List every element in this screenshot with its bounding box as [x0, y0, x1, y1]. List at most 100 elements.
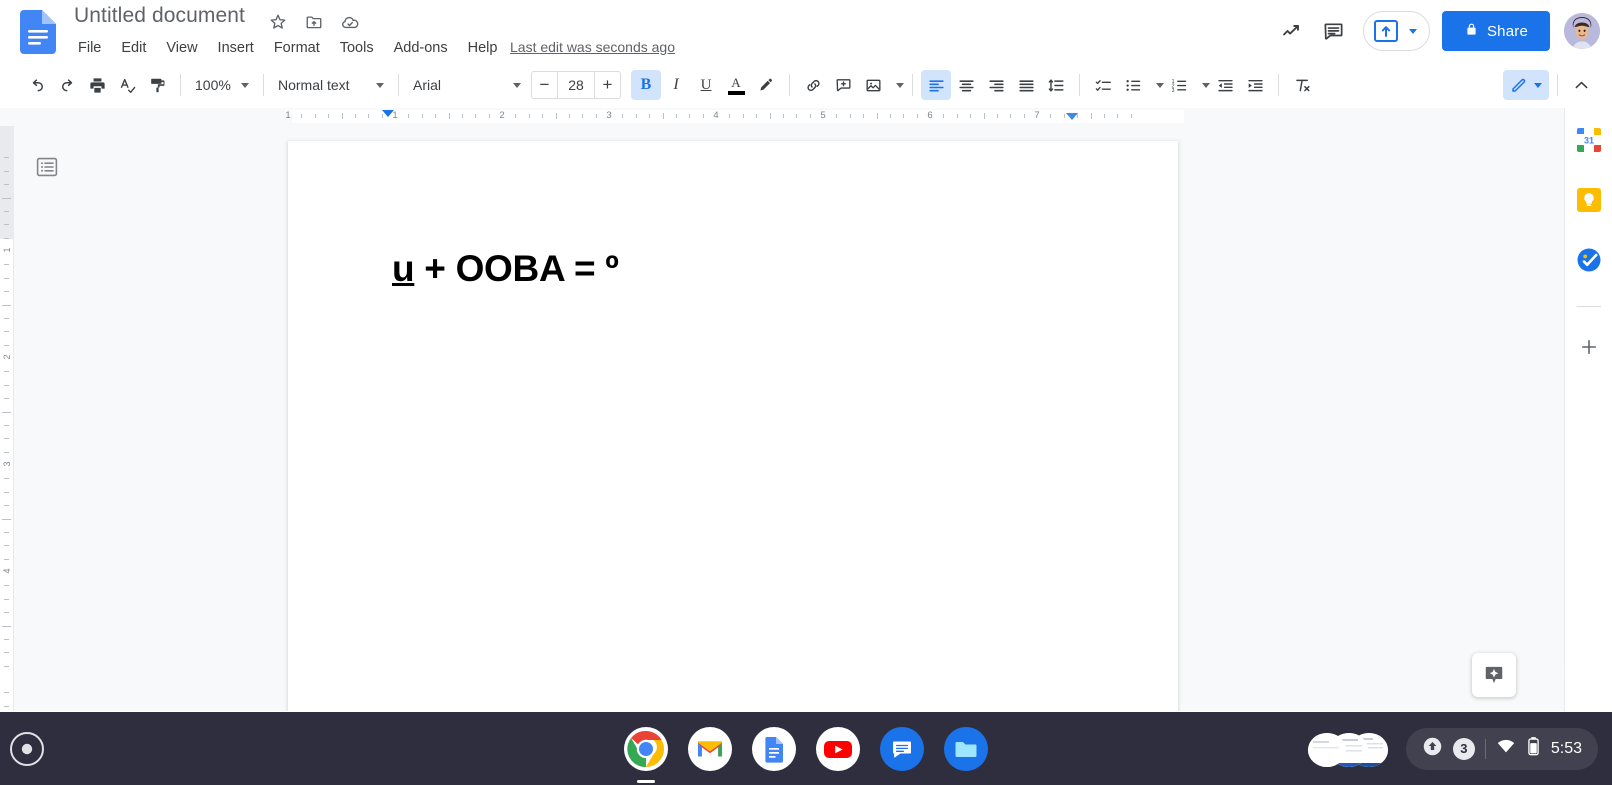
shelf-app-youtube[interactable]: [816, 726, 860, 771]
chevron-down-icon[interactable]: [1196, 70, 1210, 100]
shelf-app-chat[interactable]: [880, 726, 924, 771]
menu-edit[interactable]: Edit: [111, 38, 156, 58]
ruler-tick: [996, 114, 998, 118]
last-edit-status[interactable]: Last edit was seconds ago: [510, 39, 675, 55]
numbered-list-icon[interactable]: 1 2 3: [1164, 70, 1194, 100]
zoom-select[interactable]: 100%: [189, 70, 255, 100]
align-justify-button[interactable]: [1011, 70, 1041, 100]
shelf-app-docs[interactable]: [752, 726, 796, 771]
launcher-button[interactable]: [10, 731, 44, 766]
activity-dashboard-icon[interactable]: [1271, 10, 1313, 52]
window-preview[interactable]: [1307, 732, 1346, 767]
star-icon[interactable]: [265, 9, 291, 35]
chevron-down-icon[interactable]: [1150, 70, 1164, 100]
present-button[interactable]: [1362, 11, 1430, 51]
vertical-ruler-tick: [4, 558, 9, 560]
shelf-app-chrome[interactable]: [624, 726, 668, 783]
bold-button[interactable]: B: [631, 70, 661, 100]
decrease-indent-icon[interactable]: [1210, 70, 1240, 100]
chevron-down-icon[interactable]: [890, 70, 904, 100]
align-right-button[interactable]: [981, 70, 1011, 100]
explore-button[interactable]: [1472, 653, 1516, 697]
line-spacing-icon[interactable]: [1041, 70, 1071, 100]
window-preview-thumbnails[interactable]: [1306, 729, 1394, 769]
menu-tools[interactable]: Tools: [330, 38, 384, 58]
comment-history-icon[interactable]: [1313, 10, 1355, 52]
user-avatar[interactable]: [1564, 13, 1600, 49]
menu-add-ons[interactable]: Add-ons: [384, 38, 458, 58]
google-tasks-icon[interactable]: [1571, 242, 1607, 278]
toolbar-divider: [1557, 74, 1558, 96]
menu-format[interactable]: Format: [264, 38, 330, 58]
ruler-tick: [622, 114, 624, 118]
vertical-ruler-tick: [4, 531, 9, 533]
share-button[interactable]: Share: [1441, 11, 1550, 51]
paint-format-icon[interactable]: [142, 70, 172, 100]
underline-button[interactable]: U: [691, 70, 721, 100]
ruler-tick: [354, 114, 356, 118]
paragraph-style-select[interactable]: Normal text: [272, 70, 390, 100]
google-keep-icon[interactable]: [1571, 182, 1607, 218]
document-page[interactable]: u + OOBA = º: [288, 141, 1178, 711]
document-outline-button[interactable]: [32, 152, 62, 182]
text-color-icon[interactable]: A: [721, 70, 751, 100]
align-center-button[interactable]: [951, 70, 981, 100]
chromeos-desktop: Untitled document File Edit View Insert …: [0, 0, 1612, 785]
menu-file[interactable]: File: [74, 38, 111, 58]
shelf-app-gmail[interactable]: [688, 726, 732, 771]
vertical-ruler-tick: [4, 478, 9, 480]
vertical-ruler-tick: [4, 184, 9, 186]
font-family-select[interactable]: Arial: [407, 70, 527, 100]
font-size-value[interactable]: 28: [557, 72, 595, 98]
left-indent-marker[interactable]: [382, 110, 394, 117]
menu-insert[interactable]: Insert: [208, 38, 264, 58]
right-indent-marker[interactable]: [1066, 113, 1078, 120]
shelf-app-files[interactable]: [944, 726, 988, 771]
move-to-folder-icon[interactable]: [301, 9, 327, 35]
highlight-color-icon[interactable]: [751, 70, 781, 100]
upload-status-icon[interactable]: [1422, 736, 1443, 762]
document-title[interactable]: Untitled document: [74, 4, 245, 28]
add-plus-icon[interactable]: [1571, 329, 1607, 365]
checklist-icon[interactable]: [1088, 70, 1118, 100]
ruler-tick: [983, 113, 985, 119]
vertical-ruler-tick: [4, 157, 9, 159]
spellcheck-icon[interactable]: [112, 70, 142, 100]
google-calendar-icon[interactable]: 31: [1571, 122, 1607, 158]
font-size-increase-button[interactable]: +: [595, 72, 620, 98]
clock-time[interactable]: 5:53: [1551, 740, 1582, 758]
vertical-ruler[interactable]: 1 2 3 4: [0, 126, 14, 774]
underlined-text: u: [392, 248, 415, 289]
add-comment-icon[interactable]: [828, 70, 858, 100]
link-icon[interactable]: [798, 70, 828, 100]
horizontal-ruler[interactable]: 11234567: [0, 108, 1612, 126]
battery-icon[interactable]: [1526, 736, 1541, 762]
docs-file-icon[interactable]: [20, 10, 56, 54]
right-app-sidebar: 31: [1564, 108, 1612, 711]
vertical-ruler-tick: [4, 264, 9, 266]
document-paragraph[interactable]: u + OOBA = º: [392, 248, 619, 290]
notification-count-badge[interactable]: 3: [1452, 737, 1475, 760]
system-tray[interactable]: 3 5:53: [1405, 727, 1598, 770]
ruler-tick: [542, 114, 544, 118]
italic-button[interactable]: I: [661, 70, 691, 100]
redo-icon[interactable]: [52, 70, 82, 100]
increase-indent-icon[interactable]: [1240, 70, 1270, 100]
menu-view[interactable]: View: [156, 38, 207, 58]
ruler-number: 7: [1034, 110, 1040, 121]
menu-help[interactable]: Help: [458, 38, 508, 58]
toolbar-divider: [398, 74, 399, 96]
undo-icon[interactable]: [22, 70, 52, 100]
align-left-button[interactable]: [921, 70, 951, 100]
cloud-saved-icon[interactable]: [337, 9, 363, 35]
font-size-decrease-button[interactable]: −: [532, 72, 557, 98]
vertical-ruler-number: 4: [2, 568, 12, 574]
collapse-menus-button[interactable]: [1566, 70, 1596, 100]
vertical-ruler-tick: [4, 451, 9, 453]
clear-formatting-icon[interactable]: [1287, 70, 1317, 100]
insert-image-icon[interactable]: [858, 70, 888, 100]
editing-mode-button[interactable]: [1503, 70, 1549, 100]
print-icon[interactable]: [82, 70, 112, 100]
wifi-icon[interactable]: [1496, 736, 1516, 761]
bulleted-list-icon[interactable]: [1118, 70, 1148, 100]
